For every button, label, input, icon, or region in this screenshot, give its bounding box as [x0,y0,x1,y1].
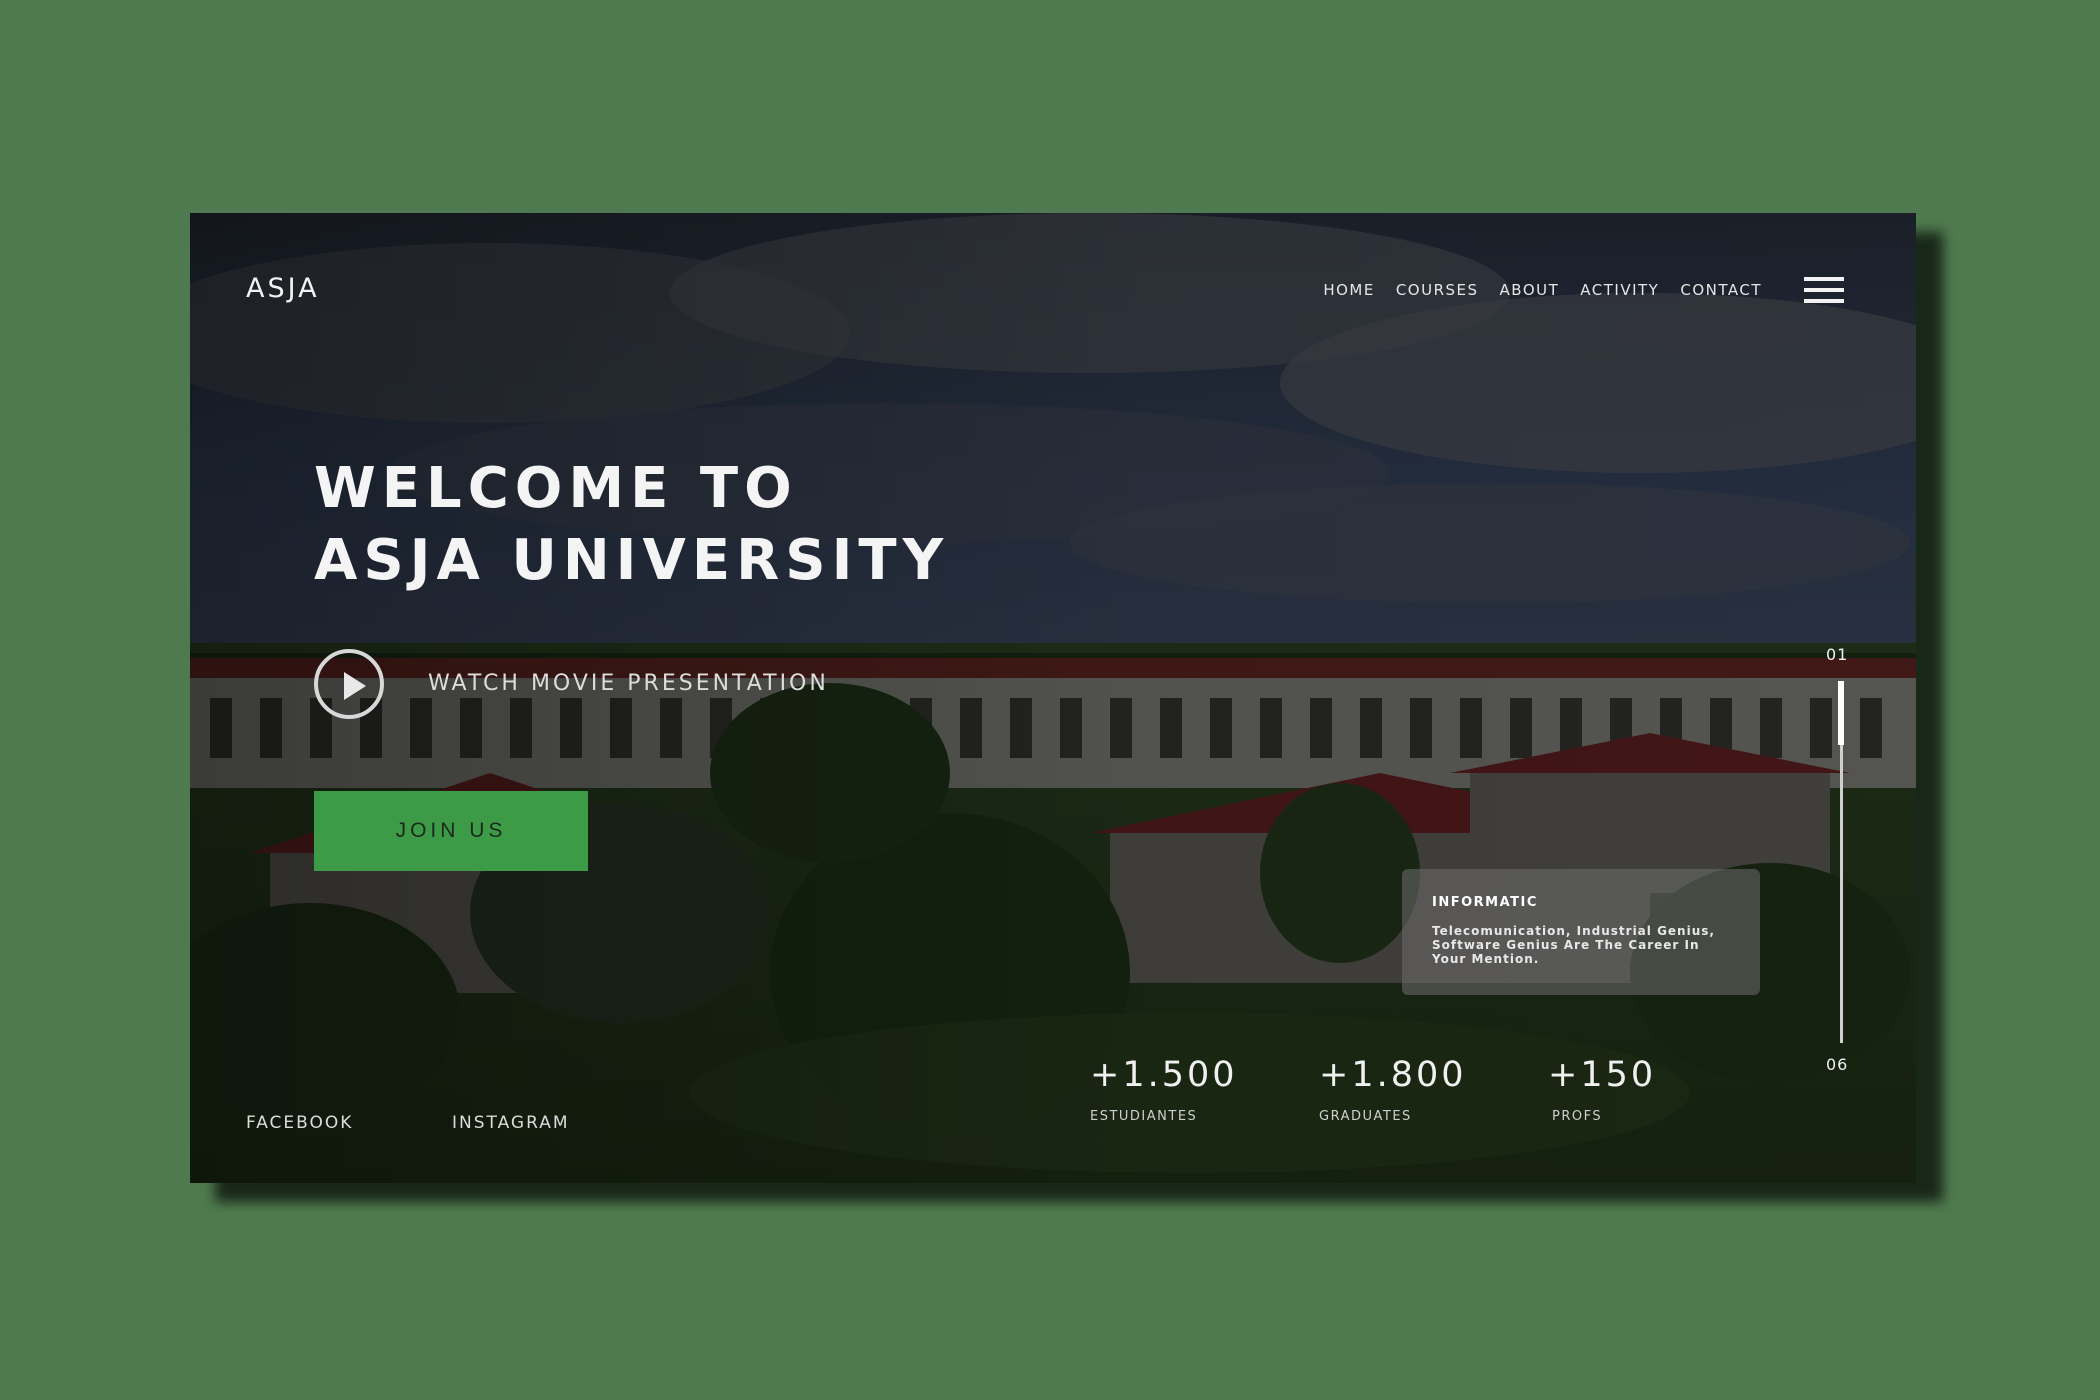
join-us-button[interactable]: JOIN US [314,791,588,871]
play-icon[interactable] [314,649,384,719]
nav-activity[interactable]: ACTIVITY [1580,281,1659,299]
info-card-text: Telecomunication, Industrial Genius, Sof… [1432,924,1715,966]
info-card[interactable]: INFORMATIC Telecomunication, Industrial … [1402,869,1760,995]
stat-graduates: +1.800 GRADUATES [1319,1055,1467,1124]
stat-value: +150 [1548,1055,1657,1095]
nav-home[interactable]: HOME [1323,281,1375,299]
stat-label: GRADUATES [1319,1109,1412,1124]
facebook-link[interactable]: FACEBOOK [246,1113,353,1133]
hamburger-icon[interactable] [1804,277,1844,303]
hero-title-line-1: WELCOME TO [314,456,798,521]
stat-profs: +150 PROFS [1548,1055,1656,1124]
stat-value: +1.800 [1319,1055,1467,1095]
main-nav: HOME COURSES ABOUT ACTIVITY CONTACT [1323,281,1762,299]
hero-title: WELCOME TO ASJA UNIVERSITY [314,453,949,597]
pager-handle[interactable] [1838,681,1844,745]
dark-overlay [190,213,1916,1183]
stat-label: ESTUDIANTES [1090,1109,1198,1124]
watch-presentation-link[interactable]: WATCH MOVIE PRESENTATION [428,671,829,696]
instagram-link[interactable]: INSTAGRAM [452,1113,570,1133]
hero-title-line-2: ASJA UNIVERSITY [314,528,950,593]
pager-current: 01 [1826,645,1849,664]
stat-label: PROFS [1552,1109,1603,1124]
pager-total: 06 [1826,1055,1849,1074]
nav-contact[interactable]: CONTACT [1680,281,1762,299]
info-card-title: INFORMATIC [1432,895,1538,910]
stat-value: +1.500 [1090,1055,1238,1095]
nav-about[interactable]: ABOUT [1500,281,1560,299]
stat-students: +1.500 ESTUDIANTES [1090,1055,1238,1124]
nav-courses[interactable]: COURSES [1396,281,1479,299]
website-hero-frame: ASJA HOME COURSES ABOUT ACTIVITY CONTACT… [190,213,1916,1183]
site-logo[interactable]: ASJA [246,273,320,304]
